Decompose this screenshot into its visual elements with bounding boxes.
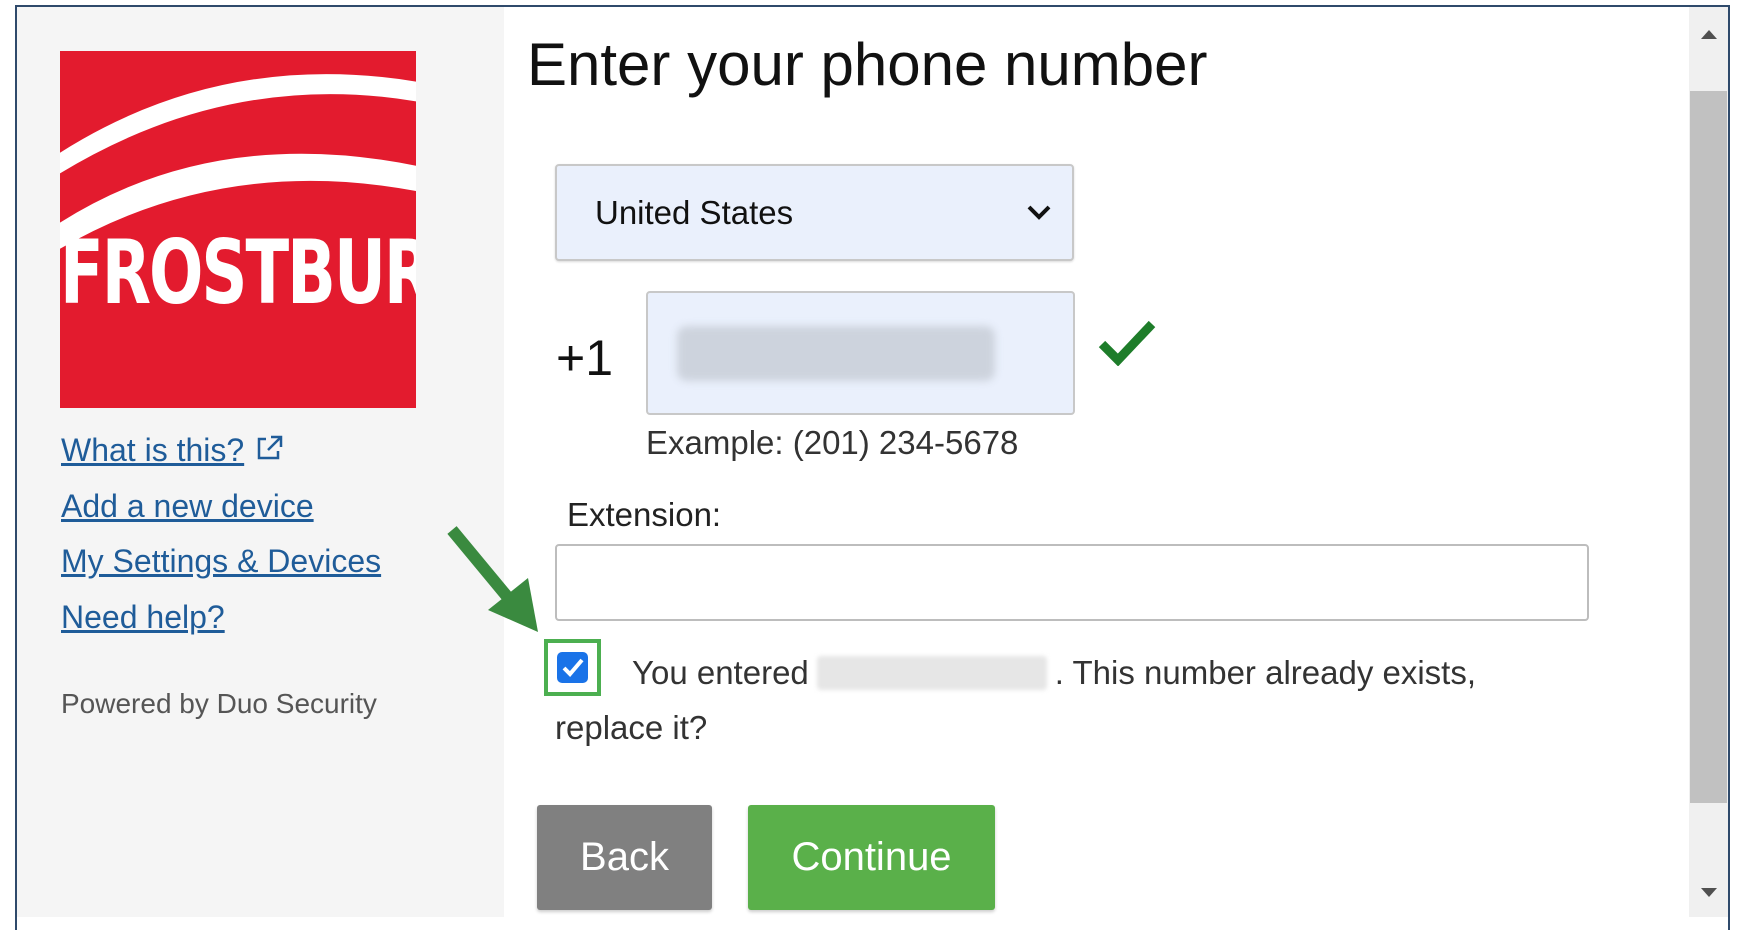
scroll-up-arrow-icon[interactable]	[1699, 27, 1719, 46]
logo-text: FROSTBURG	[60, 223, 416, 326]
back-button[interactable]: Back	[537, 805, 712, 910]
external-link-icon	[254, 433, 284, 471]
vertical-scrollbar[interactable]	[1689, 7, 1728, 917]
chevron-down-icon	[1026, 204, 1052, 227]
what-is-this-link[interactable]: What is this?	[61, 432, 284, 471]
annotation-arrow-icon	[440, 520, 550, 645]
phone-number-input[interactable]	[646, 291, 1075, 415]
need-help-link[interactable]: Need help?	[61, 599, 225, 636]
country-select[interactable]: United States	[555, 164, 1074, 261]
frostburg-logo: FROSTBURG	[60, 51, 416, 408]
page-title: Enter your phone number	[527, 31, 1208, 98]
add-new-device-link[interactable]: Add a new device	[61, 488, 314, 525]
confirm-text-before: You entered	[632, 654, 809, 691]
extension-input[interactable]	[555, 544, 1589, 621]
replace-number-text: You entered. This number already exists,…	[555, 645, 1555, 755]
scrollbar-thumb[interactable]	[1690, 91, 1727, 803]
scroll-down-arrow-icon[interactable]	[1699, 886, 1719, 905]
continue-button[interactable]: Continue	[748, 805, 995, 910]
my-settings-devices-link[interactable]: My Settings & Devices	[61, 543, 381, 580]
valid-checkmark-icon	[1098, 318, 1156, 371]
powered-by-text: Powered by Duo Security	[61, 688, 377, 719]
extension-label: Extension:	[567, 496, 722, 533]
redacted-phone-number	[677, 326, 995, 381]
phone-country-code: +1	[556, 330, 614, 386]
country-select-value: United States	[595, 194, 794, 231]
what-is-this-label: What is this?	[61, 432, 245, 468]
redacted-entered-number	[816, 656, 1047, 690]
phone-example-hint: Example: (201) 234-5678	[646, 424, 1019, 461]
